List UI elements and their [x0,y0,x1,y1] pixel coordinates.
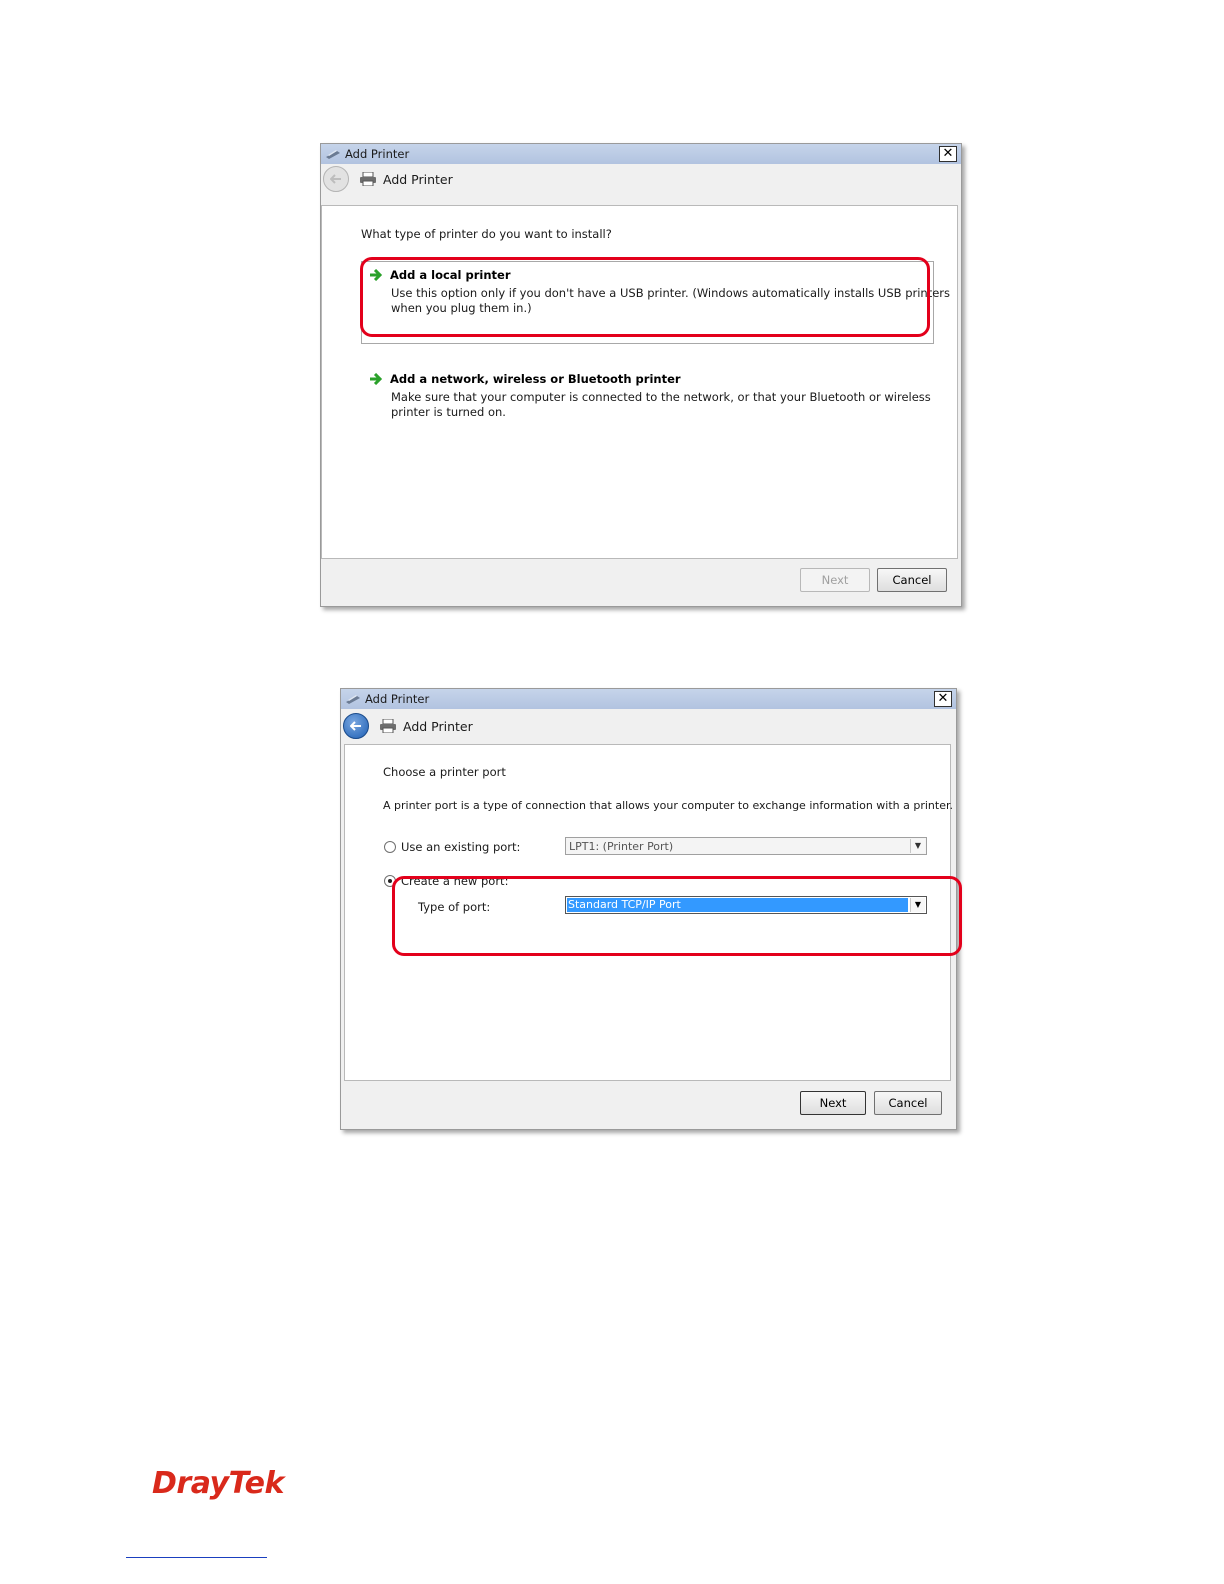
back-button[interactable] [343,713,369,739]
existing-port-value: LPT1: (Printer Port) [569,840,674,853]
highlight-annotation [360,257,930,337]
footer-rule [126,1557,267,1558]
close-button[interactable]: ✕ [939,146,957,162]
green-arrow-icon [370,373,383,385]
chevron-down-icon: ▼ [910,839,925,853]
navigation-bar: Add Printer [321,164,961,194]
add-printer-dialog-1: Add Printer ✕ Add Printer What type of p… [320,143,962,607]
back-arrow-icon [330,174,341,184]
page-heading: Choose a printer port [383,765,506,779]
printer-icon [380,719,396,733]
install-question: What type of printer do you want to inst… [361,227,612,241]
printer-title-icon [326,150,340,159]
port-description: A printer port is a type of connection t… [383,799,953,812]
nav-title: Add Printer [403,718,473,734]
navigation-bar: Add Printer [341,711,956,741]
close-button[interactable]: ✕ [934,691,952,707]
window-title: Add Printer [345,147,410,161]
existing-port-label: Use an existing port: [401,840,521,854]
back-button[interactable] [323,166,349,192]
printer-title-icon [346,695,360,704]
nav-title: Add Printer [383,171,453,187]
network-printer-desc-line2: printer is turned on. [391,405,506,419]
existing-port-radio[interactable] [384,841,396,853]
network-printer-title: Add a network, wireless or Bluetooth pri… [390,372,681,386]
existing-port-select[interactable]: LPT1: (Printer Port) ▼ [565,837,927,855]
back-arrow-icon [350,721,361,731]
cancel-button[interactable]: Cancel [877,568,947,592]
next-button[interactable]: Next [800,1091,866,1115]
network-printer-desc-line1: Make sure that your computer is connecte… [391,390,931,404]
title-bar: Add Printer ✕ [341,689,956,709]
window-title: Add Printer [365,692,430,706]
cancel-button[interactable]: Cancel [874,1091,942,1115]
draytek-logo: DrayTek [152,1466,284,1501]
title-bar: Add Printer ✕ [321,144,961,164]
printer-icon [360,172,376,186]
next-button[interactable]: Next [800,568,870,592]
highlight-annotation [392,876,962,956]
